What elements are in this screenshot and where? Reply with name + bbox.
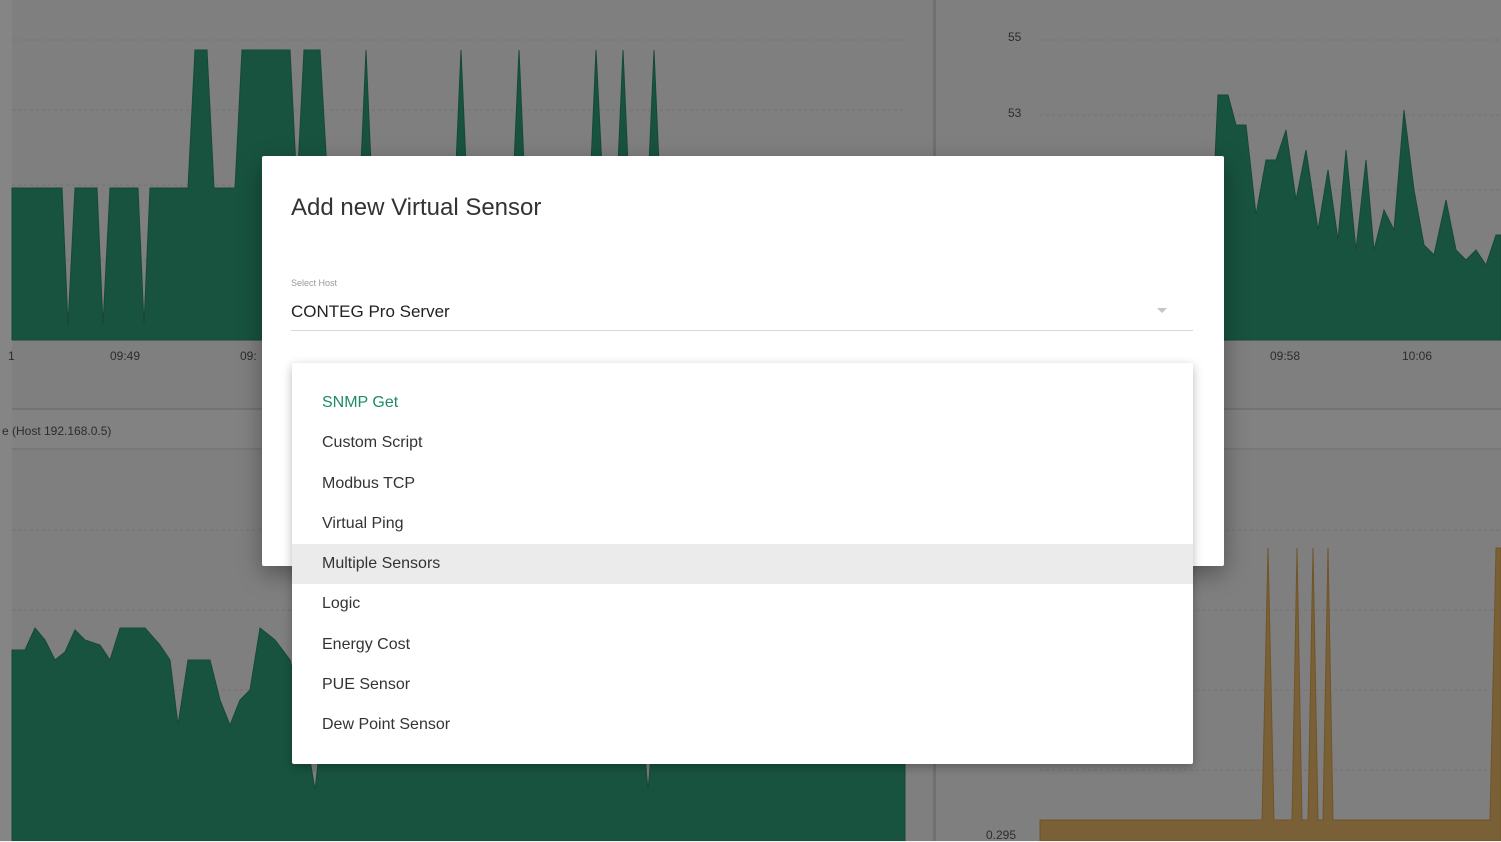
menu-item-energy-cost[interactable]: Energy Cost	[292, 625, 1193, 665]
select-host-label: Select Host	[291, 278, 338, 288]
menu-item-modbus-tcp[interactable]: Modbus TCP	[292, 464, 1193, 504]
menu-item-virtual-ping[interactable]: Virtual Ping	[292, 504, 1193, 544]
select-host-dropdown[interactable]: Select Host CONTEG Pro Server	[291, 278, 1193, 332]
select-host-underline	[291, 330, 1193, 331]
sensor-type-menu: SNMP Get Custom Script Modbus TCP Virtua…	[292, 363, 1193, 764]
menu-item-logic[interactable]: Logic	[292, 584, 1193, 624]
menu-item-custom-script[interactable]: Custom Script	[292, 423, 1193, 463]
menu-item-dew-point-sensor[interactable]: Dew Point Sensor	[292, 705, 1193, 745]
menu-item-multiple-sensors[interactable]: Multiple Sensors	[292, 544, 1193, 585]
dialog-title: Add new Virtual Sensor	[291, 194, 542, 221]
select-host-value[interactable]: CONTEG Pro Server	[291, 302, 450, 322]
menu-item-snmp-get[interactable]: SNMP Get	[292, 383, 1193, 423]
menu-item-pue-sensor[interactable]: PUE Sensor	[292, 665, 1193, 705]
dropdown-arrow-icon[interactable]	[1157, 308, 1167, 313]
